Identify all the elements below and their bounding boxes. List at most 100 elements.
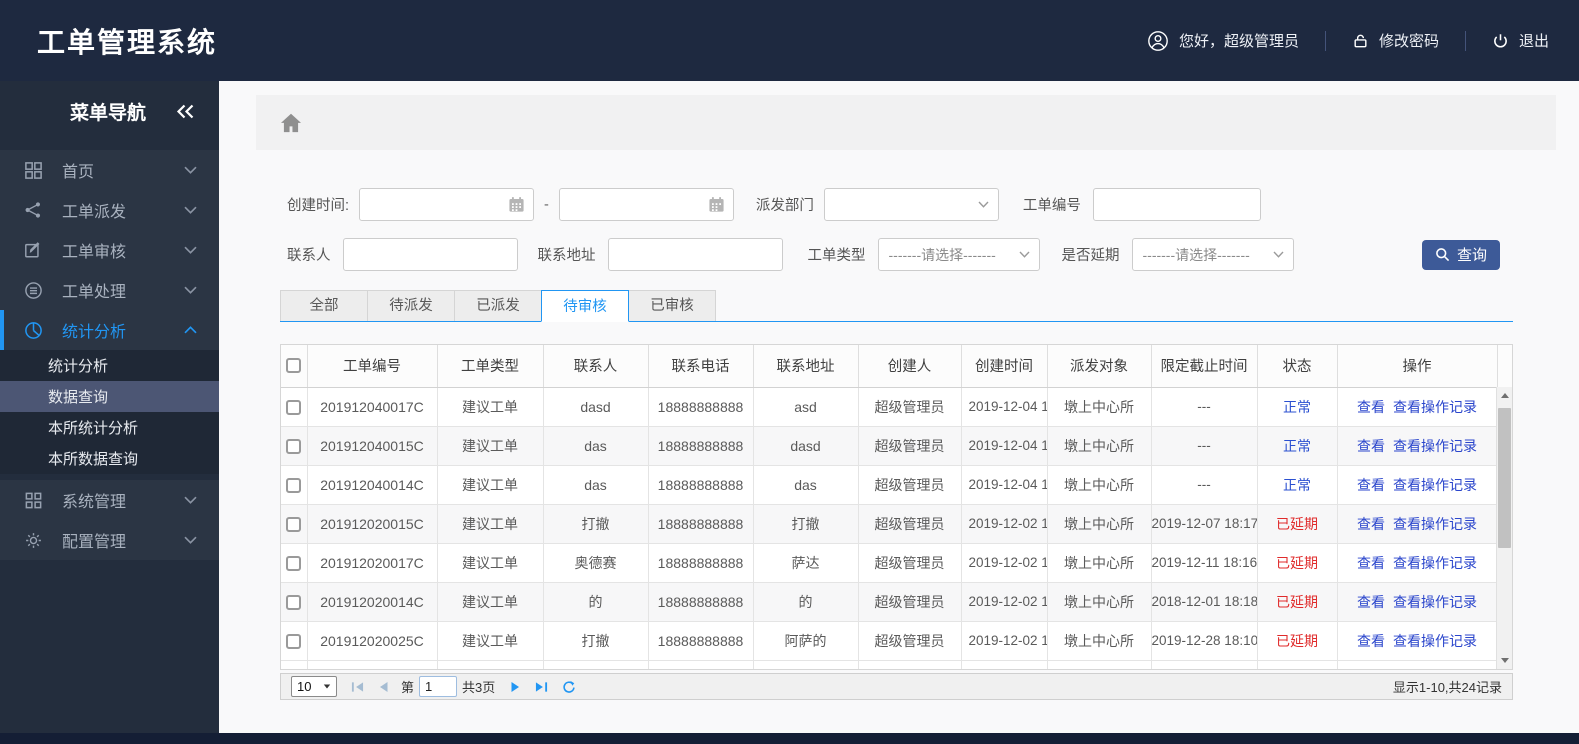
sidebar-header: 菜单导航 xyxy=(0,81,219,141)
submenu-item-branch-statistics[interactable]: 本所统计分析 xyxy=(0,412,219,443)
row-checkbox[interactable] xyxy=(286,438,302,454)
row-checkbox[interactable] xyxy=(286,399,302,415)
row-checkbox[interactable] xyxy=(286,633,302,649)
table-row: 201912020025C 建议工单 打撤 18888888888 阿萨的 超级… xyxy=(281,621,1512,661)
search-button[interactable]: 查询 xyxy=(1422,239,1500,270)
scrollbar-thumb[interactable] xyxy=(1498,408,1511,548)
logout-button[interactable]: 退出 xyxy=(1492,30,1549,51)
sidebar-item-home[interactable]: 首页 xyxy=(0,150,219,190)
cell-dispatch-target: 墩上中心所 xyxy=(1047,426,1152,466)
previous-page-button[interactable] xyxy=(378,681,388,693)
submenu-item-data-query[interactable]: 数据查询 xyxy=(0,381,219,412)
logout-label: 退出 xyxy=(1518,33,1549,50)
view-link[interactable]: 查看 xyxy=(1357,438,1385,454)
tab-reviewed[interactable]: 已审核 xyxy=(628,290,716,321)
sidebar-item-dispatch[interactable]: 工单派发 xyxy=(0,190,219,230)
contact-input[interactable] xyxy=(342,238,518,271)
column-header-contact[interactable]: 联系人 xyxy=(543,345,649,388)
order-no-input[interactable] xyxy=(1092,188,1261,221)
cell-phone: 18888888888 xyxy=(648,426,754,466)
app-title: 工单管理系统 xyxy=(37,26,218,58)
user-greeting[interactable]: 您好，超级管理员 xyxy=(1147,30,1299,52)
cell-actions: 查看 查看操作记录 xyxy=(1337,504,1498,544)
view-link[interactable]: 查看 xyxy=(1357,399,1385,415)
department-select[interactable] xyxy=(823,188,999,221)
view-log-link[interactable]: 查看操作记录 xyxy=(1393,438,1477,454)
delay-select[interactable]: -------请选择------- xyxy=(1131,238,1294,271)
sidebar-item-review[interactable]: 工单审核 xyxy=(0,230,219,270)
cell-address: 萨达 xyxy=(753,543,859,583)
collapse-sidebar-icon[interactable] xyxy=(176,104,195,119)
view-log-link[interactable]: 查看操作记录 xyxy=(1393,633,1477,649)
address-input[interactable] xyxy=(607,238,783,271)
cell-status: 正常 xyxy=(1257,426,1338,466)
view-log-link[interactable]: 查看操作记录 xyxy=(1393,516,1477,532)
refresh-button[interactable] xyxy=(562,680,576,694)
next-page-button[interactable] xyxy=(511,681,521,693)
cell-address: 阿萨的 xyxy=(753,621,859,661)
calendar-icon xyxy=(708,196,725,213)
column-header-creator[interactable]: 创建人 xyxy=(858,345,962,388)
table-row: 201912040015C 建议工单 das 18888888888 dasd … xyxy=(281,426,1512,466)
select-all-checkbox[interactable] xyxy=(286,358,302,374)
vertical-scrollbar xyxy=(1496,387,1512,669)
end-date-input[interactable] xyxy=(558,188,734,221)
submenu-item-branch-data-query[interactable]: 本所数据查询 xyxy=(0,443,219,474)
sidebar-item-statistics[interactable]: 统计分析 xyxy=(0,310,219,350)
start-date-input[interactable] xyxy=(359,188,535,221)
scroll-up-button[interactable] xyxy=(1497,387,1512,404)
cell-order-type: 建议工单 xyxy=(437,426,544,466)
cell-contact: dasd xyxy=(543,387,649,427)
column-header-actions[interactable]: 操作 xyxy=(1337,345,1498,388)
column-header-address[interactable]: 联系地址 xyxy=(753,345,859,388)
view-log-link[interactable]: 查看操作记录 xyxy=(1393,477,1477,493)
change-password-button[interactable]: 修改密码 xyxy=(1352,30,1439,51)
column-header-deadline[interactable]: 限定截止时间 xyxy=(1151,345,1258,388)
home-icon[interactable] xyxy=(280,113,302,133)
created-time-label: 创建时间: xyxy=(287,198,350,214)
status-badge: 正常 xyxy=(1283,398,1311,415)
sidebar-item-process[interactable]: 工单处理 xyxy=(0,270,219,310)
page-number-input[interactable] xyxy=(419,676,458,697)
page-size-select[interactable]: 10 xyxy=(291,676,337,697)
tab-dispatched[interactable]: 已派发 xyxy=(454,290,542,321)
column-header-order-id[interactable]: 工单编号 xyxy=(307,345,438,388)
row-checkbox[interactable] xyxy=(286,555,302,571)
column-header-phone[interactable]: 联系电话 xyxy=(648,345,754,388)
chevron-down-icon xyxy=(323,684,331,689)
page-prefix-label: 第 xyxy=(401,680,415,695)
view-link[interactable]: 查看 xyxy=(1357,477,1385,493)
sidebar-menu: 首页 工单派发 工单审核 工单处理 统计分析 统计分析 数据查询 本所统计分析 … xyxy=(0,150,219,474)
arrow-down-icon xyxy=(1501,658,1509,663)
column-header-status[interactable]: 状态 xyxy=(1257,345,1338,388)
view-link[interactable]: 查看 xyxy=(1357,633,1385,649)
arrow-up-icon xyxy=(1501,393,1509,398)
view-log-link[interactable]: 查看操作记录 xyxy=(1393,594,1477,610)
view-link[interactable]: 查看 xyxy=(1357,594,1385,610)
last-page-button[interactable] xyxy=(535,681,548,693)
scroll-down-button[interactable] xyxy=(1497,652,1512,669)
view-link[interactable]: 查看 xyxy=(1357,516,1385,532)
view-log-link[interactable]: 查看操作记录 xyxy=(1393,555,1477,571)
cell-status: 正常 xyxy=(1257,387,1338,427)
submenu-item-statistics[interactable]: 统计分析 xyxy=(0,350,219,381)
first-page-button[interactable] xyxy=(351,681,364,693)
view-link[interactable]: 查看 xyxy=(1357,555,1385,571)
tab-pending-review[interactable]: 待审核 xyxy=(541,290,629,322)
column-header-order-type[interactable]: 工单类型 xyxy=(437,345,544,388)
row-checkbox[interactable] xyxy=(286,594,302,610)
tab-all[interactable]: 全部 xyxy=(280,290,368,321)
row-checkbox[interactable] xyxy=(286,516,302,532)
order-type-select[interactable]: -------请选择------- xyxy=(877,238,1040,271)
cell-creator: 超级管理员 xyxy=(858,504,962,544)
column-header-created[interactable]: 创建时间 xyxy=(961,345,1048,388)
sidebar-item-system[interactable]: 系统管理 xyxy=(0,480,219,520)
row-checkbox-cell xyxy=(281,621,308,661)
view-log-link[interactable]: 查看操作记录 xyxy=(1393,399,1477,415)
sidebar-item-config[interactable]: 配置管理 xyxy=(0,520,219,560)
tab-to-dispatch[interactable]: 待派发 xyxy=(367,290,455,321)
column-header-target[interactable]: 派发对象 xyxy=(1047,345,1152,388)
calendar-icon xyxy=(508,196,525,213)
cell-creator: 超级管理员 xyxy=(858,387,962,427)
row-checkbox[interactable] xyxy=(286,477,302,493)
